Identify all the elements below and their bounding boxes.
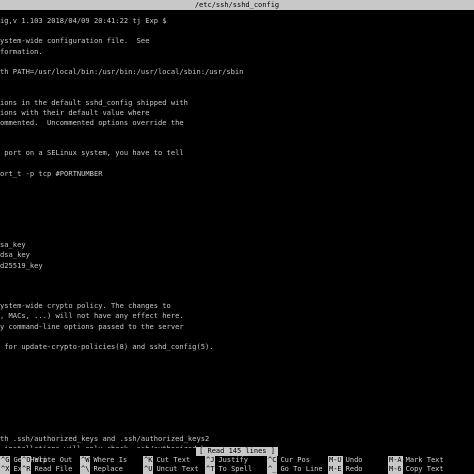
shortcut-label: To Spell [218,465,253,473]
text-line[interactable]: ystem-wide crypto policy. The changes to [0,301,474,311]
text-line[interactable] [0,159,474,169]
text-line[interactable]: ig,v 1.103 2018/04/09 20:41:22 tj Exp $ [0,16,474,26]
shortcut-label: Cut Text [156,456,191,464]
shortcut-key: ^C [267,456,278,465]
shortcut-bar: ^GGet Help^XExit^OWrite Out^RRead File^W… [0,456,474,474]
text-line[interactable] [0,220,474,230]
text-line[interactable] [0,332,474,342]
status-bar: [ Read 145 lines ] [0,446,474,456]
shortcut-key: ^\ [80,465,91,474]
shortcut-label: Redo [345,465,363,473]
shortcut-key: M-E [328,465,343,474]
text-line[interactable] [0,199,474,209]
text-line[interactable]: d25519_key [0,261,474,271]
text-line[interactable] [0,291,474,301]
text-line[interactable] [0,373,474,383]
shortcut-label: Where Is [93,456,128,464]
text-line[interactable]: ions in the default sshd_config shipped … [0,98,474,108]
text-buffer[interactable]: ig,v 1.103 2018/04/09 20:41:22 tj Exp $ y… [0,16,474,448]
shortcut-copy-text[interactable]: M-6 Copy Text [388,465,444,474]
shortcut-go-to-line[interactable]: ^_ Go To Line [267,465,323,474]
text-line[interactable]: sa_key [0,240,474,250]
text-line[interactable] [0,179,474,189]
shortcut-where-is[interactable]: ^W Where Is [80,456,127,465]
shortcut-cut-text[interactable]: ^K Cut Text [143,456,190,465]
shortcut-label: Uncut Text [156,465,199,473]
shortcut-key: ^T [205,465,216,474]
shortcut-key: ^J [205,456,216,465]
shortcut-key: ^K [143,456,154,465]
shortcut-label: Justify [218,456,248,464]
text-line[interactable] [0,393,474,403]
text-line[interactable]: ommented. Uncommented options override t… [0,118,474,128]
text-line[interactable]: ions with their default value where [0,108,474,118]
shortcut-key: ^_ [267,465,278,474]
file-path-title: /etc/ssh/sshd_config [194,1,280,9]
shortcut-undo[interactable]: M-U Undo [328,456,363,465]
shortcut-key: ^R [21,465,32,474]
shortcut-justify[interactable]: ^J Justify [205,456,248,465]
shortcut-key: ^G [0,456,11,465]
text-line[interactable]: formation. [0,47,474,57]
text-line[interactable] [0,87,474,97]
text-line[interactable] [0,281,474,291]
shortcut-key: ^O [21,456,32,465]
text-line[interactable]: ystem-wide configuration file. See [0,36,474,46]
text-line[interactable] [0,352,474,362]
text-line[interactable]: dsa_key [0,250,474,260]
shortcut-key: ^U [143,465,154,474]
text-line[interactable] [0,138,474,148]
text-line[interactable] [0,403,474,413]
text-line[interactable] [0,210,474,220]
text-line[interactable]: for update-crypto-policies(8) and sshd_c… [0,342,474,352]
shortcut-read-file[interactable]: ^R Read File [21,465,72,474]
text-line[interactable] [0,383,474,393]
shortcut-redo[interactable]: M-E Redo [328,465,363,474]
shortcut-write-out[interactable]: ^O Write Out [21,456,72,465]
shortcut-label: Read File [34,465,73,473]
shortcut-key: M-6 [388,465,403,474]
text-line[interactable] [0,77,474,87]
shortcut-to-spell[interactable]: ^T To Spell [205,465,252,474]
shortcut-key: M-U [328,456,343,465]
shortcut-label: Replace [93,465,123,473]
shortcut-cur-pos[interactable]: ^C Cur Pos [267,456,310,465]
text-line[interactable] [0,26,474,36]
text-line[interactable] [0,362,474,372]
text-line[interactable] [0,57,474,67]
text-line[interactable]: ort_t -p tcp #PORTNUMBER [0,169,474,179]
text-line[interactable] [0,128,474,138]
text-line[interactable] [0,271,474,281]
shortcut-key: ^W [80,456,91,465]
shortcut-label: Cur Pos [280,456,310,464]
text-line[interactable]: th .ssh/authorized_keys and .ssh/authori… [0,434,474,444]
shortcut-label: Mark Text [405,456,444,464]
text-line[interactable]: , MACs, ...) will not have any effect he… [0,311,474,321]
shortcut-uncut-text[interactable]: ^U Uncut Text [143,465,199,474]
shortcut-mark-text[interactable]: M-A Mark Text [388,456,444,465]
shortcut-label: Copy Text [405,465,444,473]
shortcut-label: Undo [345,456,363,464]
text-line[interactable] [0,189,474,199]
shortcut-label: Write Out [34,456,73,464]
shortcut-key: ^X [0,465,11,474]
text-line[interactable]: y command-line options passed to the ser… [0,322,474,332]
text-line[interactable]: th PATH=/usr/local/bin:/usr/bin:/usr/loc… [0,67,474,77]
text-line[interactable] [0,230,474,240]
text-line[interactable] [0,413,474,423]
text-line[interactable] [0,424,474,434]
shortcut-key: M-A [388,456,403,465]
shortcut-label: Go To Line [280,465,323,473]
text-line[interactable]: port on a SELinux system, you have to te… [0,148,474,158]
editor-title-bar: /etc/ssh/sshd_config [0,0,474,10]
shortcut-replace[interactable]: ^\ Replace [80,465,123,474]
status-message: [ Read 145 lines ] [196,447,278,456]
